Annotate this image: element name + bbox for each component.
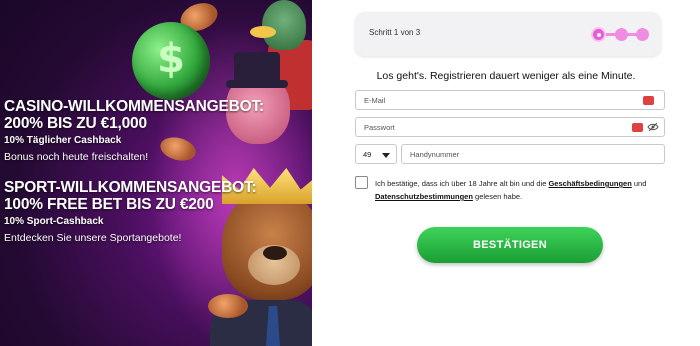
confirm-button[interactable]: BESTÄTIGEN xyxy=(417,227,603,263)
casino-offer-amount: 200% BIS ZU €1,000 xyxy=(4,115,147,132)
phone-field[interactable]: Handynummer xyxy=(401,144,665,164)
country-code-select[interactable]: 49 xyxy=(355,144,397,164)
step-dot-active xyxy=(591,27,606,42)
sport-cashback: 10% Sport-Cashback xyxy=(4,216,104,227)
duck-beak-image xyxy=(250,26,276,38)
casino-offer: CASINO-WILLKOMMENSANGEBOT: 200% BIS ZU €… xyxy=(4,98,304,163)
password-field[interactable]: Passwort xyxy=(355,117,665,137)
promo-text: CASINO-WILLKOMMENSANGEBOT: 200% BIS ZU €… xyxy=(4,98,304,244)
step-indicator: Schritt 1 von 3 xyxy=(355,12,661,56)
terms-text-part: gelesen habe. xyxy=(472,192,523,201)
step-progress xyxy=(591,25,649,43)
terms-checkbox[interactable] xyxy=(355,176,368,189)
top-hat-image xyxy=(226,52,288,88)
chevron-down-icon xyxy=(382,153,390,158)
step-dot xyxy=(636,28,649,41)
terms-text-part: und xyxy=(631,179,647,188)
country-code-value: 49 xyxy=(363,150,372,159)
sport-offer-title: SPORT-WILLKOMMENSANGEBOT: xyxy=(4,179,257,196)
eye-off-icon[interactable] xyxy=(647,122,659,132)
autofill-icon[interactable] xyxy=(643,93,654,105)
promo-panel: CASINO-WILLKOMMENSANGEBOT: 200% BIS ZU €… xyxy=(0,0,312,346)
terms-text: Ich bestätige, dass ich über 18 Jahre al… xyxy=(375,177,665,203)
sport-offer-description: Entdecken Sie unsere Sportangebote! xyxy=(4,232,182,244)
sport-offer-headline: SPORT-WILLKOMMENSANGEBOT: 100% FREE BET … xyxy=(4,179,304,213)
sport-offer-amount: 100% FREE BET BIS ZU €200 xyxy=(4,196,214,213)
registration-form: Schritt 1 von 3 Los geht's. Registrieren… xyxy=(312,0,700,346)
terms-link[interactable]: Geschäftsbedingungen xyxy=(548,179,631,188)
email-placeholder: E-Mail xyxy=(364,96,386,105)
terms-text-part: Ich bestätige, dass ich über 18 Jahre al… xyxy=(375,179,549,188)
privacy-link[interactable]: Datenschutzbestimmungen xyxy=(375,192,473,201)
phone-placeholder: Handynummer xyxy=(410,150,460,159)
coin-image xyxy=(208,294,248,318)
bear-nose-image xyxy=(263,246,287,260)
autofill-icon[interactable] xyxy=(632,120,643,132)
sport-offer: SPORT-WILLKOMMENSANGEBOT: 100% FREE BET … xyxy=(4,179,304,244)
casino-cashback: 10% Täglicher Cashback xyxy=(4,135,122,146)
casino-offer-headline: CASINO-WILLKOMMENSANGEBOT: 200% BIS ZU €… xyxy=(4,98,304,132)
duck-character-image xyxy=(262,0,306,50)
password-placeholder: Passwort xyxy=(364,123,395,132)
step-dot xyxy=(615,28,628,41)
casino-offer-title: CASINO-WILLKOMMENSANGEBOT: xyxy=(4,98,265,115)
form-intro: Los geht's. Registrieren dauert weniger … xyxy=(376,70,636,82)
dollar-coin-image xyxy=(132,22,210,100)
casino-offer-description: Bonus noch heute freischalten! xyxy=(4,151,149,163)
step-label: Schritt 1 von 3 xyxy=(369,28,421,37)
email-field[interactable]: E-Mail xyxy=(355,90,665,110)
registration-page: CASINO-WILLKOMMENSANGEBOT: 200% BIS ZU €… xyxy=(0,0,700,346)
